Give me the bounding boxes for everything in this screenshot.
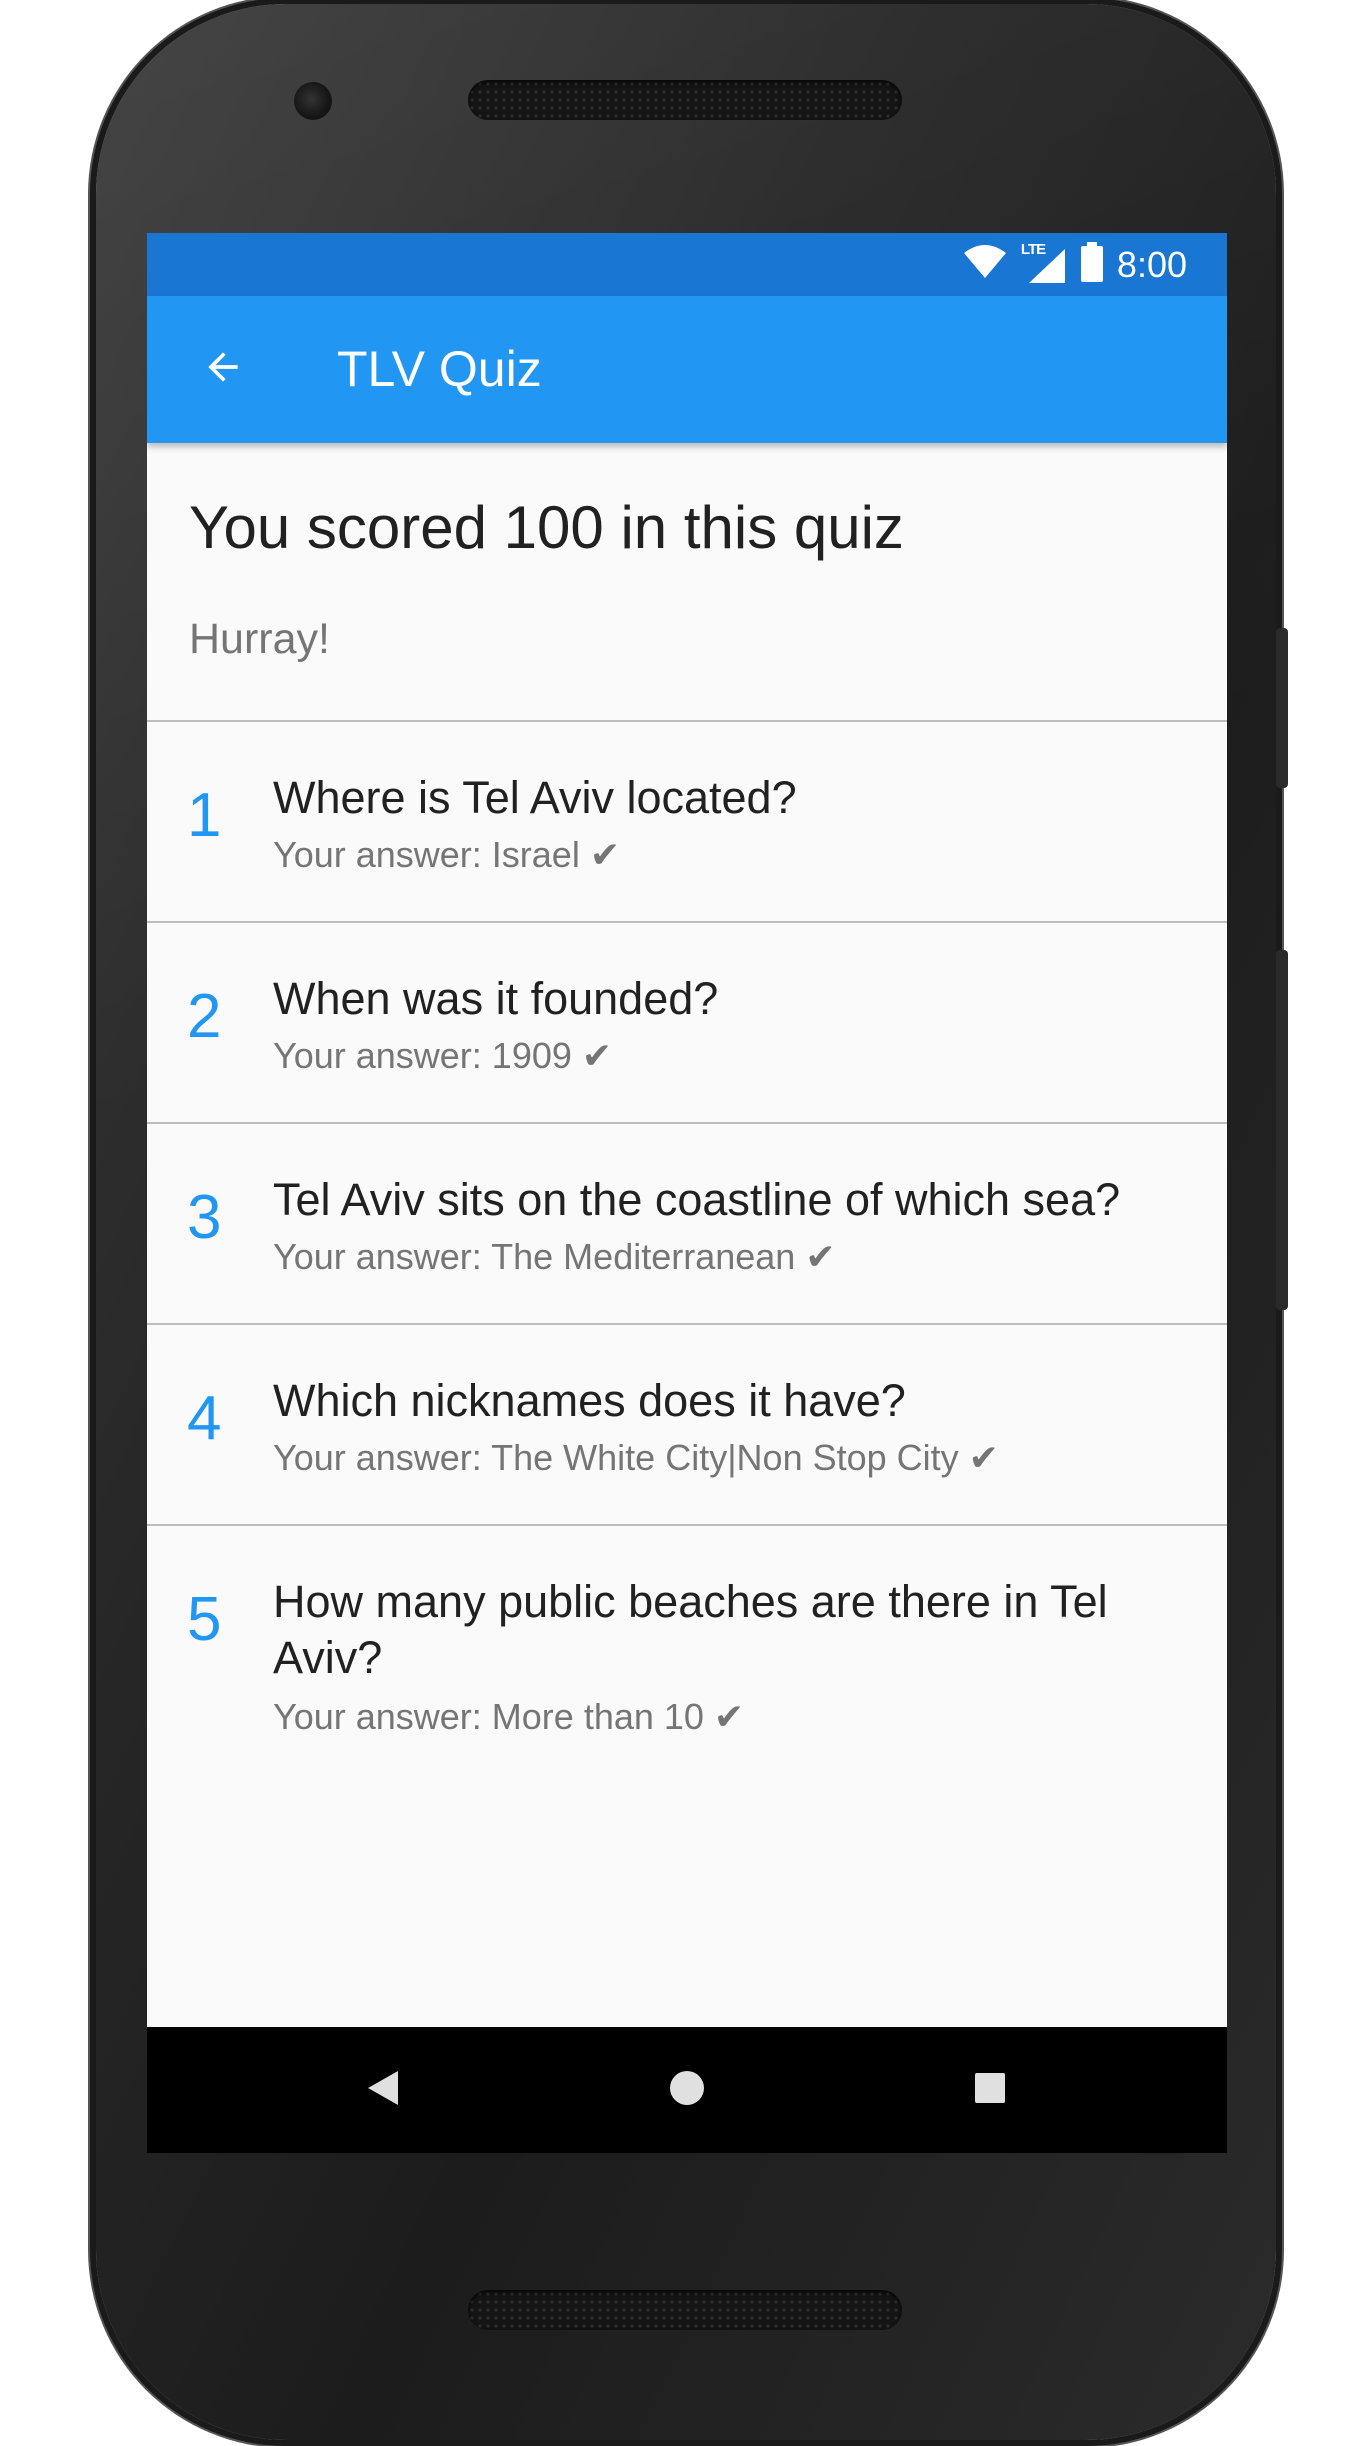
score-summary: You scored 100 in this quiz Hurray! — [147, 443, 1227, 722]
arrow-back-icon — [201, 345, 245, 394]
quiz-results: You scored 100 in this quiz Hurray! 1 Wh… — [147, 443, 1227, 1786]
question-row-1[interactable]: 1 Where is Tel Aviv located? Your answer… — [147, 722, 1227, 923]
score-message: Hurray! — [189, 615, 330, 663]
nav-recents-button[interactable] — [960, 2060, 1020, 2120]
status-bar: LTE 8:00 — [147, 233, 1227, 296]
question-number: 5 — [187, 1585, 222, 1654]
status-icons: LTE 8:00 — [963, 233, 1187, 296]
lte-signal-icon: LTE — [1021, 241, 1067, 285]
question-text: When was it founded? — [273, 973, 719, 1024]
nav-home-icon — [669, 2070, 705, 2111]
question-number: 2 — [187, 982, 222, 1051]
nav-recents-icon — [974, 2072, 1006, 2109]
device-screen: LTE 8:00 TLV Quiz You scored 100 in this… — [147, 233, 1227, 2153]
wifi-icon — [963, 244, 1007, 285]
answer-text: Your answer: 1909 ✔ — [273, 1035, 613, 1076]
bottom-speaker-grille — [468, 2290, 902, 2330]
nav-back-icon — [366, 2070, 400, 2111]
battery-icon — [1080, 242, 1103, 287]
answer-text: Your answer: The Mediterranean ✔ — [273, 1236, 836, 1277]
front-camera — [294, 82, 332, 120]
question-text: Tel Aviv sits on the coastline of which … — [273, 1174, 1121, 1225]
question-text: How many public beaches are there in Tel… — [273, 1576, 1108, 1683]
volume-rocker — [1276, 950, 1288, 1310]
question-number: 1 — [187, 781, 222, 850]
app-title: TLV Quiz — [337, 341, 542, 397]
top-speaker-grille — [468, 80, 902, 120]
score-text: You scored 100 in this quiz — [189, 494, 904, 561]
navigation-bar — [147, 2027, 1227, 2153]
nav-home-button[interactable] — [657, 2060, 717, 2120]
question-text: Where is Tel Aviv located? — [273, 772, 797, 823]
answer-text: Your answer: More than 10 ✔ — [273, 1696, 745, 1737]
question-row-3[interactable]: 3 Tel Aviv sits on the coastline of whic… — [147, 1124, 1227, 1325]
lte-label: LTE — [1020, 240, 1046, 258]
nav-back-button[interactable] — [353, 2060, 413, 2120]
question-row-4[interactable]: 4 Which nicknames does it have? Your ans… — [147, 1325, 1227, 1526]
question-row-5[interactable]: 5 How many public beaches are there in T… — [147, 1526, 1227, 1786]
power-button — [1276, 628, 1288, 788]
question-number: 3 — [187, 1183, 222, 1252]
status-time: 8:00 — [1116, 243, 1187, 285]
back-button[interactable] — [187, 333, 259, 405]
app-bar: TLV Quiz — [147, 296, 1227, 443]
answer-text: Your answer: The White City|Non Stop Cit… — [273, 1437, 999, 1478]
answer-text: Your answer: Israel ✔ — [273, 834, 620, 875]
question-number: 4 — [187, 1384, 222, 1453]
question-text: Which nicknames does it have? — [273, 1375, 906, 1426]
question-row-2[interactable]: 2 When was it founded? Your answer: 1909… — [147, 923, 1227, 1124]
